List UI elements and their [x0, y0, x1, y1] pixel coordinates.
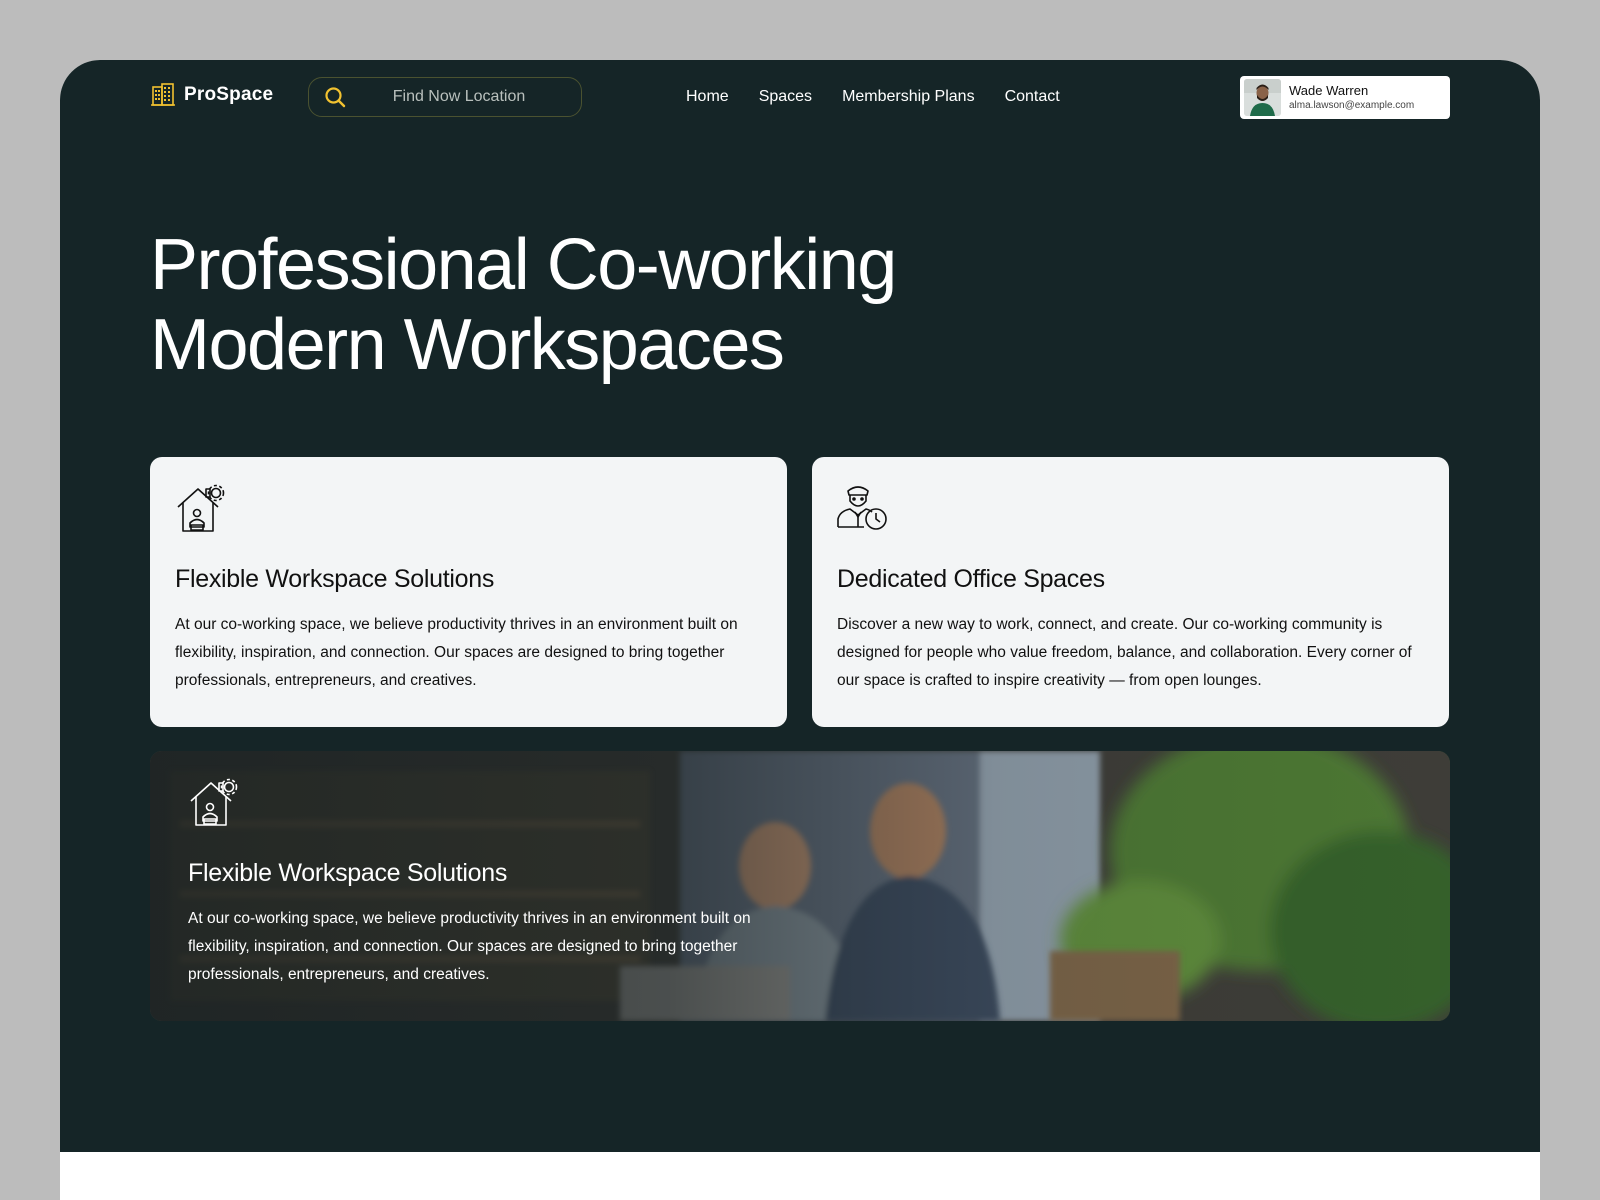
card-body: At our co-working space, we believe prod…	[175, 616, 738, 689]
house-gear-icon	[190, 778, 238, 826]
nav-contact[interactable]: Contact	[1005, 88, 1060, 106]
card-title: Dedicated Office Spaces	[837, 565, 1105, 593]
user-name: Wade Warren	[1289, 82, 1369, 98]
logo[interactable]: ProSpace	[150, 82, 273, 108]
banner-body: At our co-working space, we believe prod…	[188, 910, 751, 983]
search-input[interactable]	[357, 87, 561, 107]
nav-home[interactable]: Home	[686, 88, 729, 106]
person-clock-icon	[837, 486, 887, 530]
main-nav: Home Spaces Membership Plans Contact	[686, 88, 1060, 106]
card-title: Flexible Workspace Solutions	[175, 565, 495, 593]
card-body: Discover a new way to work, connect, and…	[837, 616, 1412, 689]
hero-title-line-1: Professional Co-working	[150, 225, 897, 305]
nav-spaces[interactable]: Spaces	[759, 88, 812, 106]
avatar-image	[1244, 79, 1281, 116]
page-frame: ProSpace Home Spaces Membership Plans Co…	[60, 60, 1540, 1200]
hero-title: Professional Co-working Modern Workspace…	[150, 225, 897, 385]
nav-membership-plans[interactable]: Membership Plans	[842, 88, 975, 106]
user-email: alma.lawson@example.com	[1289, 99, 1415, 111]
house-gear-icon	[177, 484, 225, 532]
search-bar[interactable]	[308, 77, 582, 117]
hero-section: ProSpace Home Spaces Membership Plans Co…	[60, 60, 1540, 1152]
brand-name: ProSpace	[184, 84, 274, 105]
banner-title: Flexible Workspace Solutions	[188, 859, 508, 887]
hero-title-line-2: Modern Workspaces	[150, 305, 785, 385]
feature-card-dedicated[interactable]: Dedicated Office Spaces Discover a new w…	[812, 457, 1449, 727]
feature-card-flexible[interactable]: Flexible Workspace Solutions At our co-w…	[150, 457, 787, 727]
building-icon	[151, 83, 175, 106]
feature-banner[interactable]: Flexible Workspace Solutions At our co-w…	[150, 751, 1450, 1021]
avatar	[1244, 79, 1281, 116]
search-icon[interactable]	[323, 85, 347, 109]
user-profile[interactable]: Wade Warren alma.lawson@example.com	[1240, 76, 1450, 119]
